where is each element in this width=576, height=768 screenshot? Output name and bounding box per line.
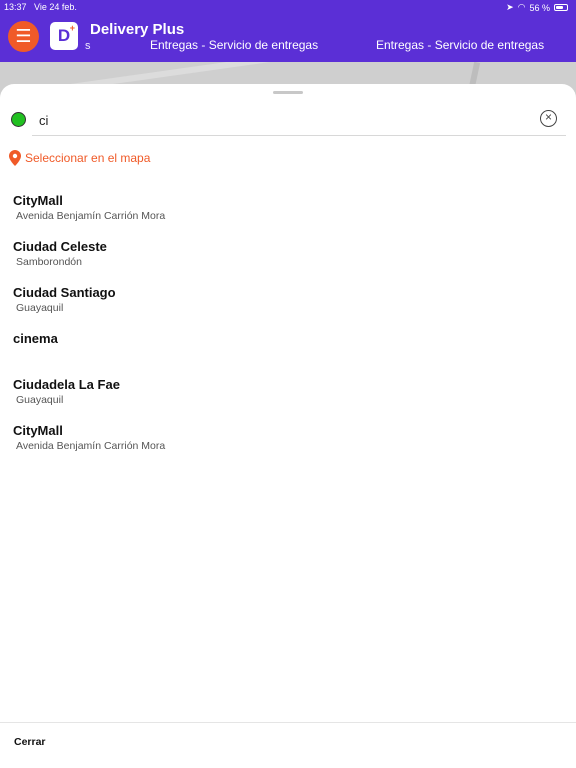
header-text-fragment: s bbox=[85, 40, 91, 52]
battery-icon bbox=[554, 4, 568, 11]
result-subtitle: Guayaquil bbox=[16, 394, 64, 406]
battery-percent: 56 % bbox=[529, 2, 550, 13]
menu-button[interactable]: ☰ bbox=[8, 21, 39, 52]
status-time: 13:37 bbox=[4, 2, 27, 12]
result-name: Ciudad Celeste bbox=[13, 239, 107, 254]
status-date: Vie 24 feb. bbox=[34, 2, 77, 12]
list-item[interactable]: Ciudad Celeste Samborondón bbox=[0, 236, 576, 282]
result-name: CityMall bbox=[13, 423, 63, 438]
map-pin-icon bbox=[9, 150, 21, 166]
list-item[interactable]: CityMall Avenida Benjamín Carrión Mora bbox=[0, 190, 576, 236]
select-on-map-link[interactable]: Seleccionar en el mapa bbox=[9, 150, 150, 166]
hamburger-icon: ☰ bbox=[15, 26, 32, 46]
result-subtitle: Guayaquil bbox=[16, 302, 64, 314]
tab-entregas-2[interactable]: Entregas - Servicio de entregas bbox=[376, 38, 544, 52]
search-sheet: × Seleccionar en el mapa CityMall Avenid… bbox=[0, 84, 576, 768]
result-name: cinema bbox=[13, 331, 58, 346]
app-logo: D + bbox=[50, 22, 78, 50]
tab-entregas-1[interactable]: Entregas - Servicio de entregas bbox=[150, 38, 318, 52]
result-name: Ciudadela La Fae bbox=[13, 377, 120, 392]
sheet-drag-handle[interactable] bbox=[273, 91, 303, 94]
search-row: × bbox=[10, 106, 566, 136]
results-list: CityMall Avenida Benjamín Carrión Mora C… bbox=[0, 190, 576, 466]
list-item[interactable]: cinema bbox=[0, 328, 576, 374]
wifi-icon: ◠ bbox=[517, 2, 526, 12]
result-subtitle: Samborondón bbox=[16, 256, 82, 268]
clear-search-button[interactable]: × bbox=[540, 110, 557, 127]
app-title: Delivery Plus bbox=[90, 21, 185, 38]
list-item[interactable]: Ciudad Santiago Guayaquil bbox=[0, 282, 576, 328]
select-on-map-label: Seleccionar en el mapa bbox=[25, 151, 151, 165]
list-item[interactable]: CityMall Avenida Benjamín Carrión Mora bbox=[0, 420, 576, 466]
list-item[interactable]: Ciudadela La Fae Guayaquil bbox=[0, 374, 576, 420]
result-name: CityMall bbox=[13, 193, 63, 208]
result-subtitle: Avenida Benjamín Carrión Mora bbox=[16, 440, 166, 452]
origin-dot-icon bbox=[11, 112, 26, 127]
status-bar: 13:37 Vie 24 feb. ➤ ◠ 56 % bbox=[0, 0, 576, 14]
close-button[interactable]: Cerrar bbox=[14, 736, 46, 748]
status-icons: ➤ ◠ 56 % bbox=[506, 2, 568, 13]
close-icon: × bbox=[544, 110, 552, 124]
search-input[interactable] bbox=[32, 106, 566, 136]
location-arrow-icon: ➤ bbox=[506, 2, 514, 12]
result-subtitle: Avenida Benjamín Carrión Mora bbox=[16, 210, 166, 222]
sheet-footer: Cerrar bbox=[0, 722, 576, 768]
result-name: Ciudad Santiago bbox=[13, 285, 116, 300]
app-header: 13:37 Vie 24 feb. ➤ ◠ 56 % ☰ D + Delivery… bbox=[0, 0, 576, 62]
